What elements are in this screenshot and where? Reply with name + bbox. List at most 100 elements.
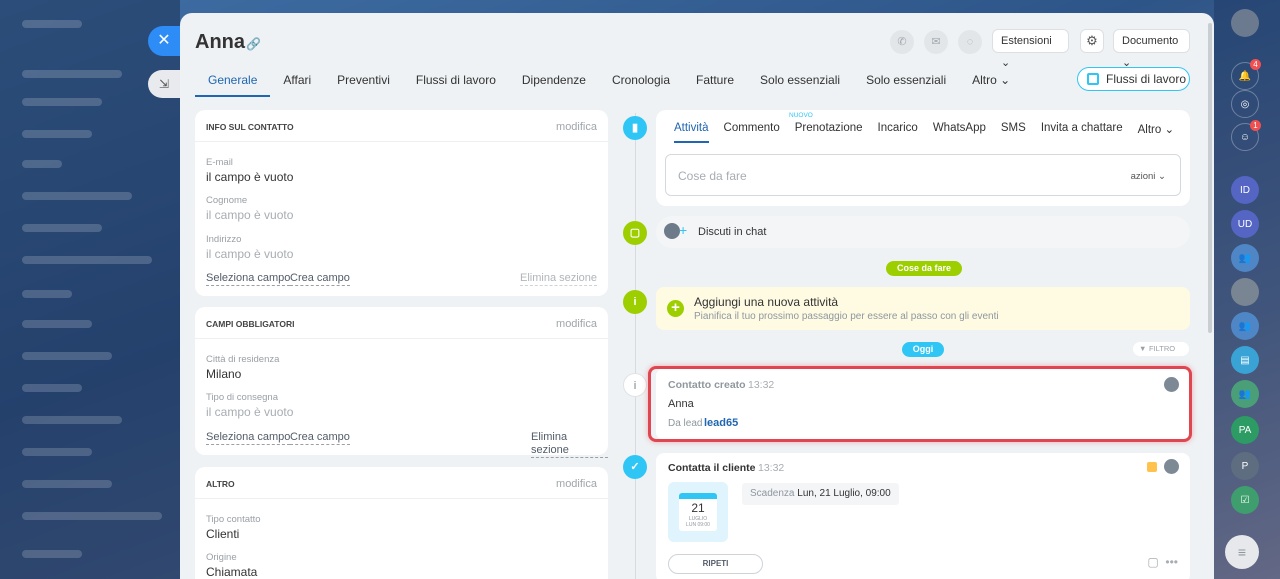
actions-dropdown[interactable]: azioni ⌄ <box>1131 171 1166 182</box>
editor-tab-invita[interactable]: Invita a chattare <box>1041 122 1123 143</box>
field-value[interactable]: il campo è vuoto <box>206 170 293 184</box>
contact-client-activity: Contatta il cliente 13:32 21 LUGLIO LUN … <box>656 453 1190 579</box>
info-icon: i <box>623 373 647 397</box>
document-dropdown[interactable]: Documento ⌄ <box>1113 29 1190 69</box>
field-value[interactable]: il campo è vuoto <box>206 247 293 261</box>
field-value[interactable]: il campo è vuoto <box>206 405 293 419</box>
select-field-link[interactable]: Seleziona campo <box>206 272 291 286</box>
delete-section-link[interactable]: Elimina sezione <box>520 272 598 286</box>
required-fields-card: CAMPI OBBLIGATORI modifica Città di resid… <box>195 307 608 458</box>
tab-cronologia[interactable]: Cronologia <box>599 71 683 97</box>
phone-icon[interactable]: ✆ <box>890 30 914 54</box>
rail-user-pa[interactable]: PA <box>1231 416 1259 444</box>
field-label: E-mail <box>206 157 233 168</box>
link-icon[interactable]: 🔗 <box>246 37 261 51</box>
filter-button[interactable]: ▼ FILTRO <box>1133 342 1189 356</box>
user-avatar[interactable] <box>1231 9 1259 37</box>
deadline-field[interactable]: Scadenza Lun, 21 Luglio, 09:00 <box>742 483 899 505</box>
message-icon[interactable]: ◌ <box>958 30 982 54</box>
contact-panel: Anna 🔗 ✆ ✉ ◌ Estensioni ⌄ ⚙ Documento ⌄ … <box>180 13 1214 579</box>
card-heading: CAMPI OBBLIGATORI modifica <box>195 307 608 339</box>
tab-preventivi[interactable]: Preventivi <box>324 71 403 97</box>
rail-chat-icon[interactable]: ▤ <box>1231 346 1259 374</box>
menu-icon[interactable]: ≡ <box>1225 535 1259 569</box>
new-badge: NUOVO <box>789 112 813 119</box>
card-heading: INFO SUL CONTATTO modifica <box>195 110 608 142</box>
tab-altro[interactable]: Altro ⌄ <box>959 71 1023 97</box>
gear-icon[interactable]: ⚙ <box>1080 29 1104 53</box>
field-value[interactable]: il campo è vuoto <box>206 208 293 222</box>
right-rail: 🔔 4 ◎ ☺ 1 ID UD 👥 👥 ▤ 👥 PA P ☑ <box>1214 0 1280 579</box>
field-label: Cognome <box>206 195 248 206</box>
extensions-dropdown[interactable]: Estensioni ⌄ <box>992 29 1069 69</box>
chat-badge: 1 <box>1250 120 1261 131</box>
mail-icon[interactable]: ✉ <box>924 30 948 54</box>
discuss-chat-bar[interactable]: + Discuti in chat <box>656 216 1190 248</box>
filter-icon: ▼ <box>1139 344 1147 353</box>
rail-user-p[interactable]: P <box>1231 452 1259 480</box>
editor-tab-whatsapp[interactable]: WhatsApp <box>933 122 986 143</box>
add-activity-title: Aggiungi una nuova attività <box>694 295 839 309</box>
delete-section-link[interactable]: Elimina sezione <box>531 431 608 458</box>
tab-dipendenze[interactable]: Dipendenze <box>509 71 599 97</box>
editor-tab-sms[interactable]: SMS <box>1001 122 1026 143</box>
editor-tab-commento[interactable]: Commento <box>724 122 780 143</box>
tab-affari[interactable]: Affari <box>270 71 324 97</box>
tab-flussi[interactable]: Flussi di lavoro <box>403 71 509 97</box>
todo-input[interactable]: Cose da fare azioni ⌄ <box>665 154 1181 196</box>
editor-tab-altro[interactable]: Altro ⌄ <box>1138 122 1174 143</box>
field-value[interactable]: Milano <box>206 367 241 381</box>
todo-placeholder: Cose da fare <box>678 169 747 183</box>
avatar <box>1164 459 1179 474</box>
page-title: Anna <box>195 31 245 53</box>
repeat-button[interactable]: RIPETI <box>668 554 763 574</box>
rail-user-ud[interactable]: UD <box>1231 210 1259 238</box>
other-card: ALTRO modifica Tipo contatto Clienti Orig… <box>195 467 608 579</box>
editor-tab-incarico[interactable]: Incarico <box>878 122 918 143</box>
rail-user-id[interactable]: ID <box>1231 176 1259 204</box>
target-icon[interactable]: ◎ <box>1231 90 1259 118</box>
plus-icon: + <box>667 300 684 317</box>
edit-link[interactable]: modifica <box>556 318 597 330</box>
create-field-link[interactable]: Crea campo <box>290 431 350 445</box>
today-pill: Oggi <box>902 342 944 357</box>
add-activity-card[interactable]: + Aggiungi una nuova attività Pianifica … <box>656 287 1190 330</box>
editor-tab-attivita[interactable]: Attività <box>674 122 709 143</box>
field-label: Tipo contatto <box>206 514 261 525</box>
contact-info-card: INFO SUL CONTATTO modifica E-mail il camp… <box>195 110 608 296</box>
main-tabs: Generale Affari Preventivi Flussi di lav… <box>195 71 1023 97</box>
status-badge <box>1147 462 1157 472</box>
add-activity-subtitle: Pianifica il tuo prossimo passaggio per … <box>694 311 999 322</box>
todo-pill: Cose da fare <box>886 261 962 276</box>
field-label: Origine <box>206 552 237 563</box>
edit-link[interactable]: modifica <box>556 121 597 133</box>
plus-icon: + <box>679 222 688 238</box>
rail-task-icon[interactable]: ☑ <box>1231 486 1259 514</box>
workflow-icon <box>1087 73 1099 85</box>
tab-solo-essenziali-1[interactable]: Solo essenziali <box>747 71 853 97</box>
field-value[interactable]: Chiamata <box>206 565 257 579</box>
note-icon[interactable]: ▢ ••• <box>1147 555 1178 569</box>
tab-solo-essenziali-2[interactable]: Solo essenziali <box>853 71 959 97</box>
tab-generale[interactable]: Generale <box>195 71 271 97</box>
scrollbar[interactable] <box>1208 23 1212 333</box>
info-icon: i <box>623 290 647 314</box>
rail-group-icon-2[interactable]: 👥 <box>1231 312 1259 340</box>
editor-tab-prenotazione[interactable]: Prenotazione <box>795 122 863 143</box>
rail-group-icon[interactable]: 👥 <box>1231 244 1259 272</box>
edit-link[interactable]: modifica <box>556 478 597 490</box>
tab-fatture[interactable]: Fatture <box>683 71 747 97</box>
create-field-link[interactable]: Crea campo <box>290 272 350 286</box>
collapse-icon[interactable]: ⇲ <box>148 70 180 98</box>
card-heading: ALTRO modifica <box>195 467 608 499</box>
select-field-link[interactable]: Seleziona campo <box>206 431 291 445</box>
close-icon[interactable]: ✕ <box>148 26 180 56</box>
bell-icon[interactable]: 🔔 4 <box>1231 59 1261 90</box>
activity-title[interactable]: Contatta il cliente <box>668 462 756 474</box>
chat-icon[interactable]: ☺ 1 <box>1231 120 1261 151</box>
rail-avatar[interactable] <box>1231 278 1259 306</box>
field-label: Indirizzo <box>206 234 242 245</box>
rail-group-icon-3[interactable]: 👥 <box>1231 380 1259 408</box>
field-value[interactable]: Clienti <box>206 527 239 541</box>
workflow-button[interactable]: Flussi di lavoro <box>1077 67 1190 91</box>
